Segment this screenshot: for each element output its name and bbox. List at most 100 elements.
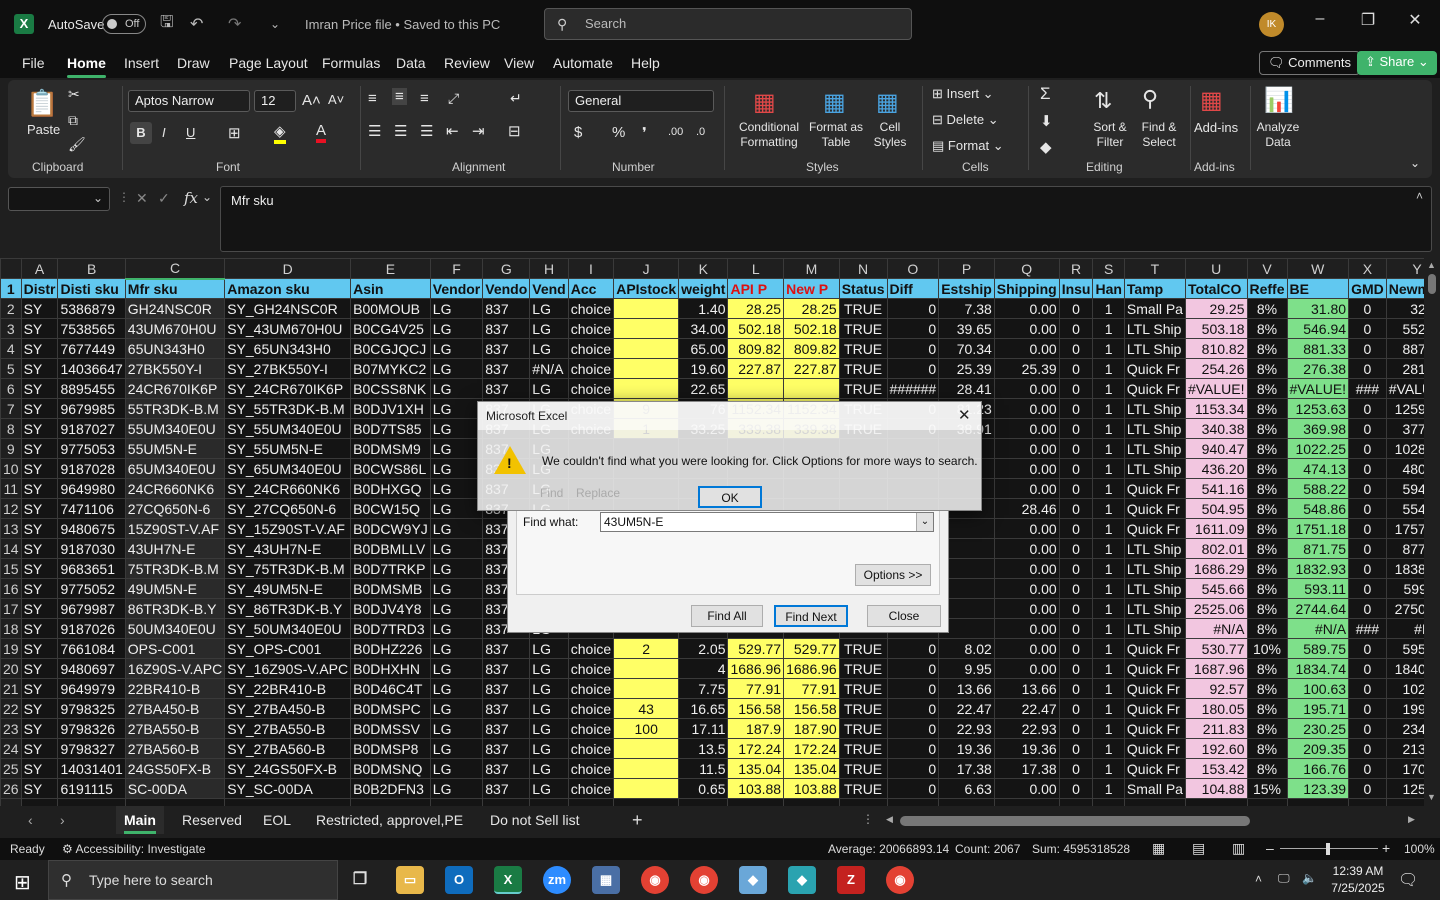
ok-button[interactable]: OK: [698, 486, 762, 508]
table-cell[interactable]: SY: [20, 778, 59, 799]
table-cell[interactable]: 593.11: [1286, 578, 1350, 599]
decrease-indent-icon[interactable]: ⇤: [446, 122, 459, 140]
share-button[interactable]: ⇪ Share ⌄: [1357, 51, 1437, 75]
table-cell[interactable]: 0: [1058, 638, 1094, 659]
table-cell[interactable]: LG: [429, 758, 484, 779]
table-cell[interactable]: B0DJV1XH: [350, 398, 431, 419]
table-cell[interactable]: 552.94: [1385, 318, 1424, 339]
table-cell[interactable]: 0: [1058, 578, 1094, 599]
table-cell[interactable]: TRUE: [838, 778, 888, 799]
scroll-up-icon[interactable]: ▲: [1427, 260, 1436, 270]
table-cell[interactable]: #N/A: [1385, 618, 1424, 639]
table-cell[interactable]: 227.87: [727, 358, 785, 379]
header-cell[interactable]: Asin: [350, 278, 431, 299]
table-cell[interactable]: [20, 798, 59, 806]
underline-button[interactable]: U: [186, 125, 195, 140]
normal-view-icon[interactable]: ▦: [1152, 840, 1165, 857]
table-cell[interactable]: 887.33: [1385, 338, 1424, 359]
table-cell[interactable]: LG: [429, 658, 484, 679]
table-cell[interactable]: 172.24: [783, 738, 840, 759]
table-cell[interactable]: TRUE: [838, 758, 888, 779]
table-cell[interactable]: SY: [20, 298, 59, 319]
table-cell[interactable]: LG: [429, 718, 484, 739]
table-cell[interactable]: LG: [429, 678, 484, 699]
font-size-select[interactable]: 12: [254, 90, 296, 112]
table-cell[interactable]: ###: [1348, 618, 1387, 639]
row-header[interactable]: 15: [0, 558, 22, 579]
message-box-close-icon[interactable]: ✕: [958, 406, 971, 424]
table-cell[interactable]: 234.86: [1385, 718, 1424, 739]
table-cell[interactable]: 32.44: [1385, 298, 1424, 319]
table-cell[interactable]: 9775052: [57, 578, 126, 599]
table-cell[interactable]: Small Pa: [1123, 778, 1186, 799]
table-cell[interactable]: B0D7TRD3: [350, 618, 431, 639]
find-select-button[interactable]: Find & Select: [1134, 120, 1184, 150]
row-header[interactable]: 7: [0, 398, 22, 419]
table-cell[interactable]: 9683651: [57, 558, 126, 579]
table-cell[interactable]: 156.58: [727, 698, 785, 719]
table-cell[interactable]: 554.86: [1385, 498, 1424, 519]
table-cell[interactable]: 1: [1092, 638, 1125, 659]
table-cell[interactable]: 15Z90ST-V.AF: [124, 518, 226, 539]
table-cell[interactable]: #VALUE!: [1184, 378, 1248, 399]
table-cell[interactable]: 1: [1092, 398, 1125, 419]
search-box[interactable]: ⚲ Search: [544, 8, 912, 40]
fill-icon[interactable]: ⬇: [1040, 112, 1053, 130]
table-cell[interactable]: 8%: [1246, 358, 1288, 379]
table-cell[interactable]: 340.38: [1184, 418, 1248, 439]
table-cell[interactable]: 0.00: [993, 598, 1060, 619]
table-cell[interactable]: 9679987: [57, 598, 126, 619]
table-cell[interactable]: LG: [529, 638, 569, 659]
header-cell[interactable]: Status: [838, 278, 888, 299]
table-cell[interactable]: 0: [1058, 318, 1094, 339]
table-cell[interactable]: 8%: [1246, 738, 1288, 759]
table-cell[interactable]: 529.77: [783, 638, 840, 659]
wrap-text-icon[interactable]: ↵: [510, 90, 522, 107]
table-cell[interactable]: TRUE: [838, 678, 888, 699]
table-cell[interactable]: 55UM340E0U: [124, 418, 226, 439]
table-cell[interactable]: 1259.63: [1385, 398, 1424, 419]
table-cell[interactable]: choice: [567, 758, 615, 779]
calculator-icon[interactable]: ▦: [592, 866, 620, 894]
table-cell[interactable]: 6.63: [938, 778, 995, 799]
menu-draw[interactable]: Draw: [177, 55, 210, 71]
show-hidden-icons-icon[interactable]: ˄: [1255, 872, 1262, 886]
table-cell[interactable]: 503.18: [1184, 318, 1248, 339]
table-cell[interactable]: 1: [1092, 338, 1125, 359]
table-cell[interactable]: SY_27CQ650N-6: [224, 498, 352, 519]
formula-input[interactable]: Mfr sku: [220, 186, 1432, 252]
table-cell[interactable]: B0B2DFN3: [350, 778, 431, 799]
table-cell[interactable]: 1686.96: [727, 658, 785, 679]
table-cell[interactable]: Quick Fr: [1123, 638, 1186, 659]
column-header[interactable]: L: [727, 258, 785, 279]
scroll-left-icon[interactable]: ◀: [886, 814, 893, 825]
table-cell[interactable]: [613, 658, 680, 679]
table-cell[interactable]: SY_15Z90ST-V.AF: [224, 518, 352, 539]
table-cell[interactable]: SY_50UM340E0U: [224, 618, 352, 639]
row-header[interactable]: 17: [0, 598, 22, 619]
table-cell[interactable]: Quick Fr: [1123, 738, 1186, 759]
table-cell[interactable]: choice: [567, 778, 615, 799]
menu-automate[interactable]: Automate: [553, 55, 613, 71]
menu-view[interactable]: View: [504, 55, 534, 71]
table-cell[interactable]: 11.5: [678, 758, 729, 779]
table-cell[interactable]: 16.65: [678, 698, 729, 719]
table-cell[interactable]: [1348, 798, 1387, 806]
table-cell[interactable]: 187.9: [727, 718, 785, 739]
redo-icon[interactable]: ↷: [228, 0, 241, 48]
decrease-decimal-icon[interactable]: .0: [696, 126, 705, 138]
header-cell[interactable]: APIstock: [613, 278, 680, 299]
table-cell[interactable]: 0: [1058, 778, 1094, 799]
orientation-icon[interactable]: ⤢: [448, 90, 459, 107]
table-cell[interactable]: [613, 318, 680, 339]
table-cell[interactable]: 9187028: [57, 458, 126, 479]
table-cell[interactable]: 1: [1092, 758, 1125, 779]
app-icon[interactable]: ◆: [739, 866, 767, 894]
table-cell[interactable]: 0.00: [993, 458, 1060, 479]
table-cell[interactable]: B0D7TRKP: [350, 558, 431, 579]
table-cell[interactable]: 0: [886, 718, 940, 739]
table-cell[interactable]: 809.82: [727, 338, 785, 359]
table-cell[interactable]: 548.86: [1286, 498, 1350, 519]
taskbar-search[interactable]: ⚲ Type here to search: [48, 860, 338, 900]
table-cell[interactable]: 837: [482, 698, 531, 719]
